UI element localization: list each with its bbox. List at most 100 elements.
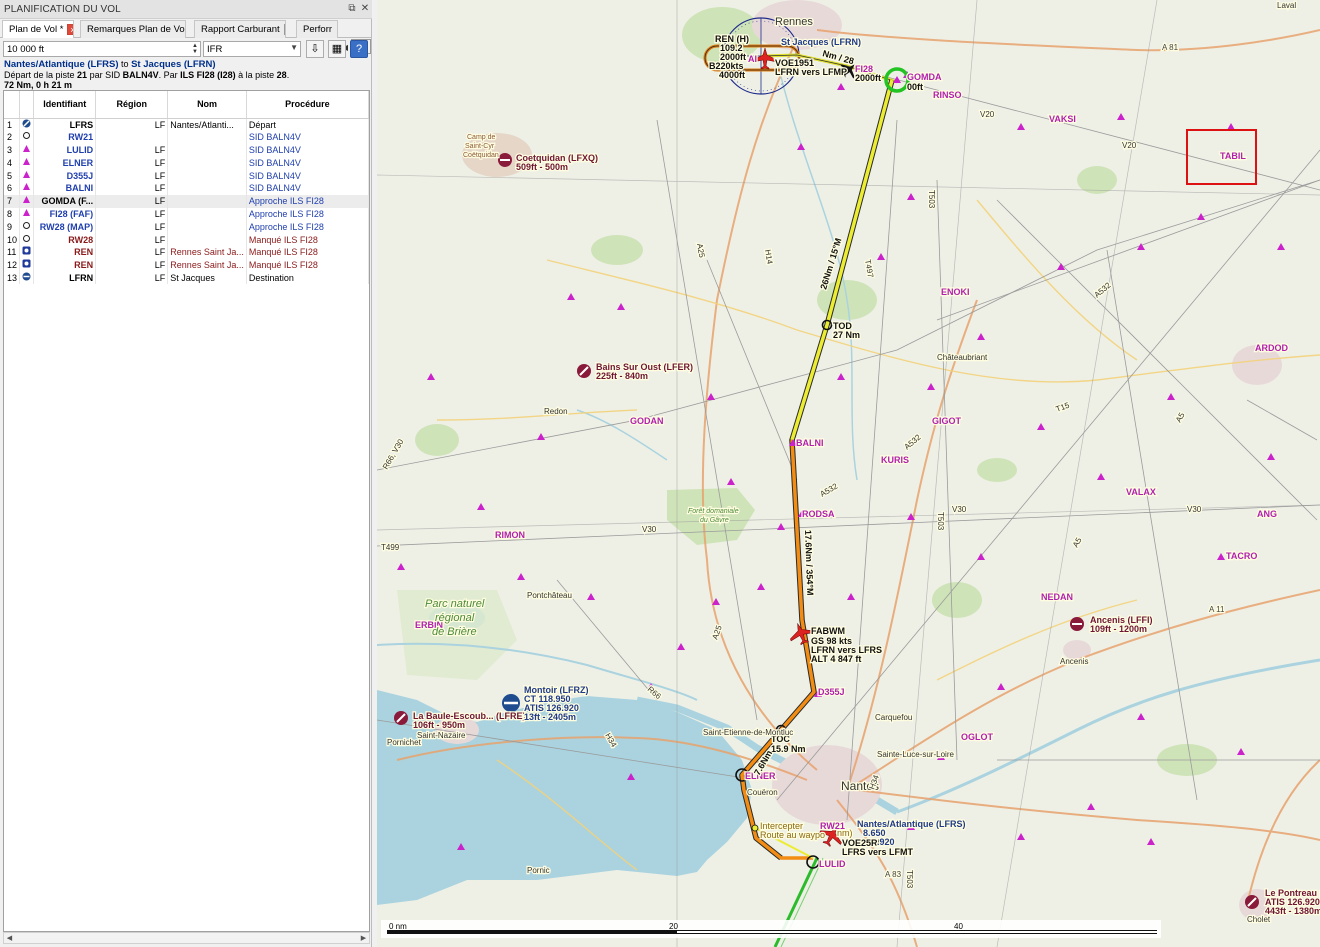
flight-plan-row[interactable]: 5 D355J LF SID BALN4V (4, 169, 369, 182)
column-header-region[interactable]: Région (95, 91, 169, 119)
help-icon[interactable]: ? (350, 40, 368, 58)
flight-plan-row[interactable]: 6 BALNI LF SID BALN4V (4, 181, 369, 195)
tab-performance[interactable]: Perforr (296, 20, 338, 38)
flight-plan-row[interactable]: 2 RW21 SID BALN4V (4, 130, 369, 144)
waypoint-icon (19, 169, 35, 182)
row-number: 9 (4, 220, 21, 234)
row-name (167, 143, 247, 157)
row-region: LF (95, 118, 169, 131)
tab-fuel-report[interactable]: Rapport Carburant× (194, 20, 286, 38)
row-number: 7 (4, 194, 21, 208)
aircraft-label: FABWM (811, 626, 845, 636)
table-horizontal-scrollbar[interactable]: ◀ ▶ (3, 932, 370, 944)
row-region: LF (95, 207, 169, 221)
row-number: 10 (4, 233, 21, 246)
map-view[interactable]: LULID ELNER D355J RODSA BALNI GOMDA FI28 2000ft… (377, 0, 1320, 947)
row-ident: GOMDA (F... (33, 194, 97, 208)
tab-flight-plan-remarks[interactable]: Remarques Plan de Vol× (80, 20, 186, 38)
row-ident: FI28 (FAF) (33, 207, 97, 221)
row-region (95, 130, 169, 144)
row-name: Nantes/Atlanti... (167, 118, 247, 131)
row-procedure: SID BALN4V (246, 143, 369, 157)
map-scale-bar: 0 nm 20 40 (381, 920, 1161, 938)
town-label: Laval (1277, 1, 1296, 10)
airport-dest-icon (19, 271, 35, 285)
row-procedure: Manqué ILS FI28 (246, 245, 369, 259)
row-number: 5 (4, 169, 21, 182)
toc-distance-label: 15.9 Nm (771, 744, 806, 754)
altitude-spinner-icon[interactable]: ▲ ▼ (191, 43, 199, 55)
waypoint-label-kuris: KURIS (881, 455, 909, 465)
pin-icon[interactable]: ⧉ (346, 3, 358, 15)
row-number: 1 (4, 118, 21, 131)
row-number: 11 (4, 245, 21, 259)
tab-flight-plan[interactable]: Plan de Vol *× (2, 20, 74, 38)
runway-point-icon (19, 233, 35, 246)
panel-title: PLANIFICATION DU VOL (4, 4, 121, 15)
flight-rules-select[interactable]: IFR ▼ (203, 41, 301, 57)
park-label: Parc naturel (425, 598, 485, 610)
town-label: Saint-Nazaire (417, 731, 466, 740)
waypoint-label-tabil: TABIL (1220, 151, 1246, 161)
waypoint-icon (19, 156, 35, 170)
town-label: Saint-Etienne-de-Montluc (703, 728, 793, 737)
scroll-left-icon[interactable]: ◀ (4, 933, 15, 944)
tab-close-icon[interactable]: × (283, 24, 285, 35)
road-label: A 81 (1162, 43, 1179, 52)
cruise-altitude-input[interactable]: 10 000 ft ▲ ▼ (3, 41, 201, 57)
flight-plan-row[interactable]: 7 GOMDA (F... LF Approche ILS FI28 (4, 194, 369, 208)
flight-plan-row[interactable]: 10 RW28 LF Manqué ILS FI28 (4, 233, 369, 246)
airway-label: V30 (1187, 505, 1202, 514)
flight-plan-calc-icon[interactable]: ▦ (328, 40, 346, 58)
row-name (167, 156, 247, 170)
close-icon[interactable]: ✕ (359, 3, 371, 15)
airport-info-label: 509ft - 500m (516, 162, 568, 172)
row-region: LF (95, 194, 169, 208)
airport-info-label: 225ft - 840m (596, 371, 648, 381)
scale-label-0: 0 nm (389, 922, 407, 931)
runway-label: RW21 (820, 821, 845, 831)
airway-label: T503 (905, 870, 914, 889)
flight-plan-row[interactable]: 12 REN LF Rennes Saint Ja... Manqué ILS FI28 (4, 258, 369, 272)
airway-label: T503 (927, 190, 936, 209)
row-name (167, 169, 247, 182)
column-header-name[interactable]: Nom (167, 91, 247, 119)
waypoint-label-balni: BALNI (796, 438, 824, 448)
row-procedure: Approche ILS FI28 (246, 194, 369, 208)
flight-plan-row[interactable]: 1 LFRS LF Nantes/Atlanti... Départ (4, 118, 369, 131)
tod-distance-label: 27 Nm (833, 330, 860, 340)
airport-info-label: 106ft - 950m (413, 720, 465, 730)
flight-plan-row[interactable]: 9 RW28 (MAP) LF Approche ILS FI28 (4, 220, 369, 234)
panel-titlebar: PLANIFICATION DU VOL ⧉ ✕ (0, 0, 372, 19)
column-header-ident[interactable]: Identifiant (33, 91, 97, 119)
flight-plan-row[interactable]: 4 ELNER LF SID BALN4V (4, 156, 369, 170)
gomda-altitude-label: 00ft (907, 82, 923, 92)
airway-label: V20 (980, 110, 995, 119)
aircraft-label: LFRN vers LFMP (775, 67, 847, 77)
row-region: LF (95, 245, 169, 259)
row-region: LF (95, 271, 169, 285)
airport-label: St Jacques (LFRN) (781, 37, 861, 47)
camp-label: Camp de (467, 134, 496, 141)
tab-close-icon[interactable]: × (67, 24, 73, 35)
town-label: Pornichet (387, 738, 422, 747)
row-region: LF (95, 220, 169, 234)
scroll-right-icon[interactable]: ▶ (358, 933, 369, 944)
runway-point-icon (19, 130, 35, 144)
camp-label: Coëtquidan (463, 152, 499, 159)
row-ident: RW21 (33, 130, 97, 144)
row-ident: BALNI (33, 181, 97, 195)
altitude-adjust-icon[interactable]: ⇩ (306, 40, 324, 58)
flight-plan-row[interactable]: 8 FI28 (FAF) LF Approche ILS FI28 (4, 207, 369, 221)
row-procedure: Manqué ILS FI28 (246, 258, 369, 272)
row-ident: ELNER (33, 156, 97, 170)
intercept-label: Route au waypo (760, 830, 825, 840)
flight-plan-row[interactable]: 13 LFRN LF St Jacques Destination (4, 271, 369, 285)
flight-plan-row[interactable]: 11 REN LF Rennes Saint Ja... Manqué ILS FI28 (4, 245, 369, 259)
aircraft-label: ALT 4 847 ft (811, 654, 861, 664)
flight-plan-table[interactable]: Identifiant Région Nom Procédure 1 LFRS LF… (3, 90, 370, 932)
distance-time-summary: 72 Nm, 0 h 21 m (4, 80, 73, 90)
flight-plan-row[interactable]: 3 LULID LF SID BALN4V (4, 143, 369, 157)
airway-label: T499 (381, 543, 400, 552)
column-header-procedure[interactable]: Procédure (246, 91, 369, 119)
